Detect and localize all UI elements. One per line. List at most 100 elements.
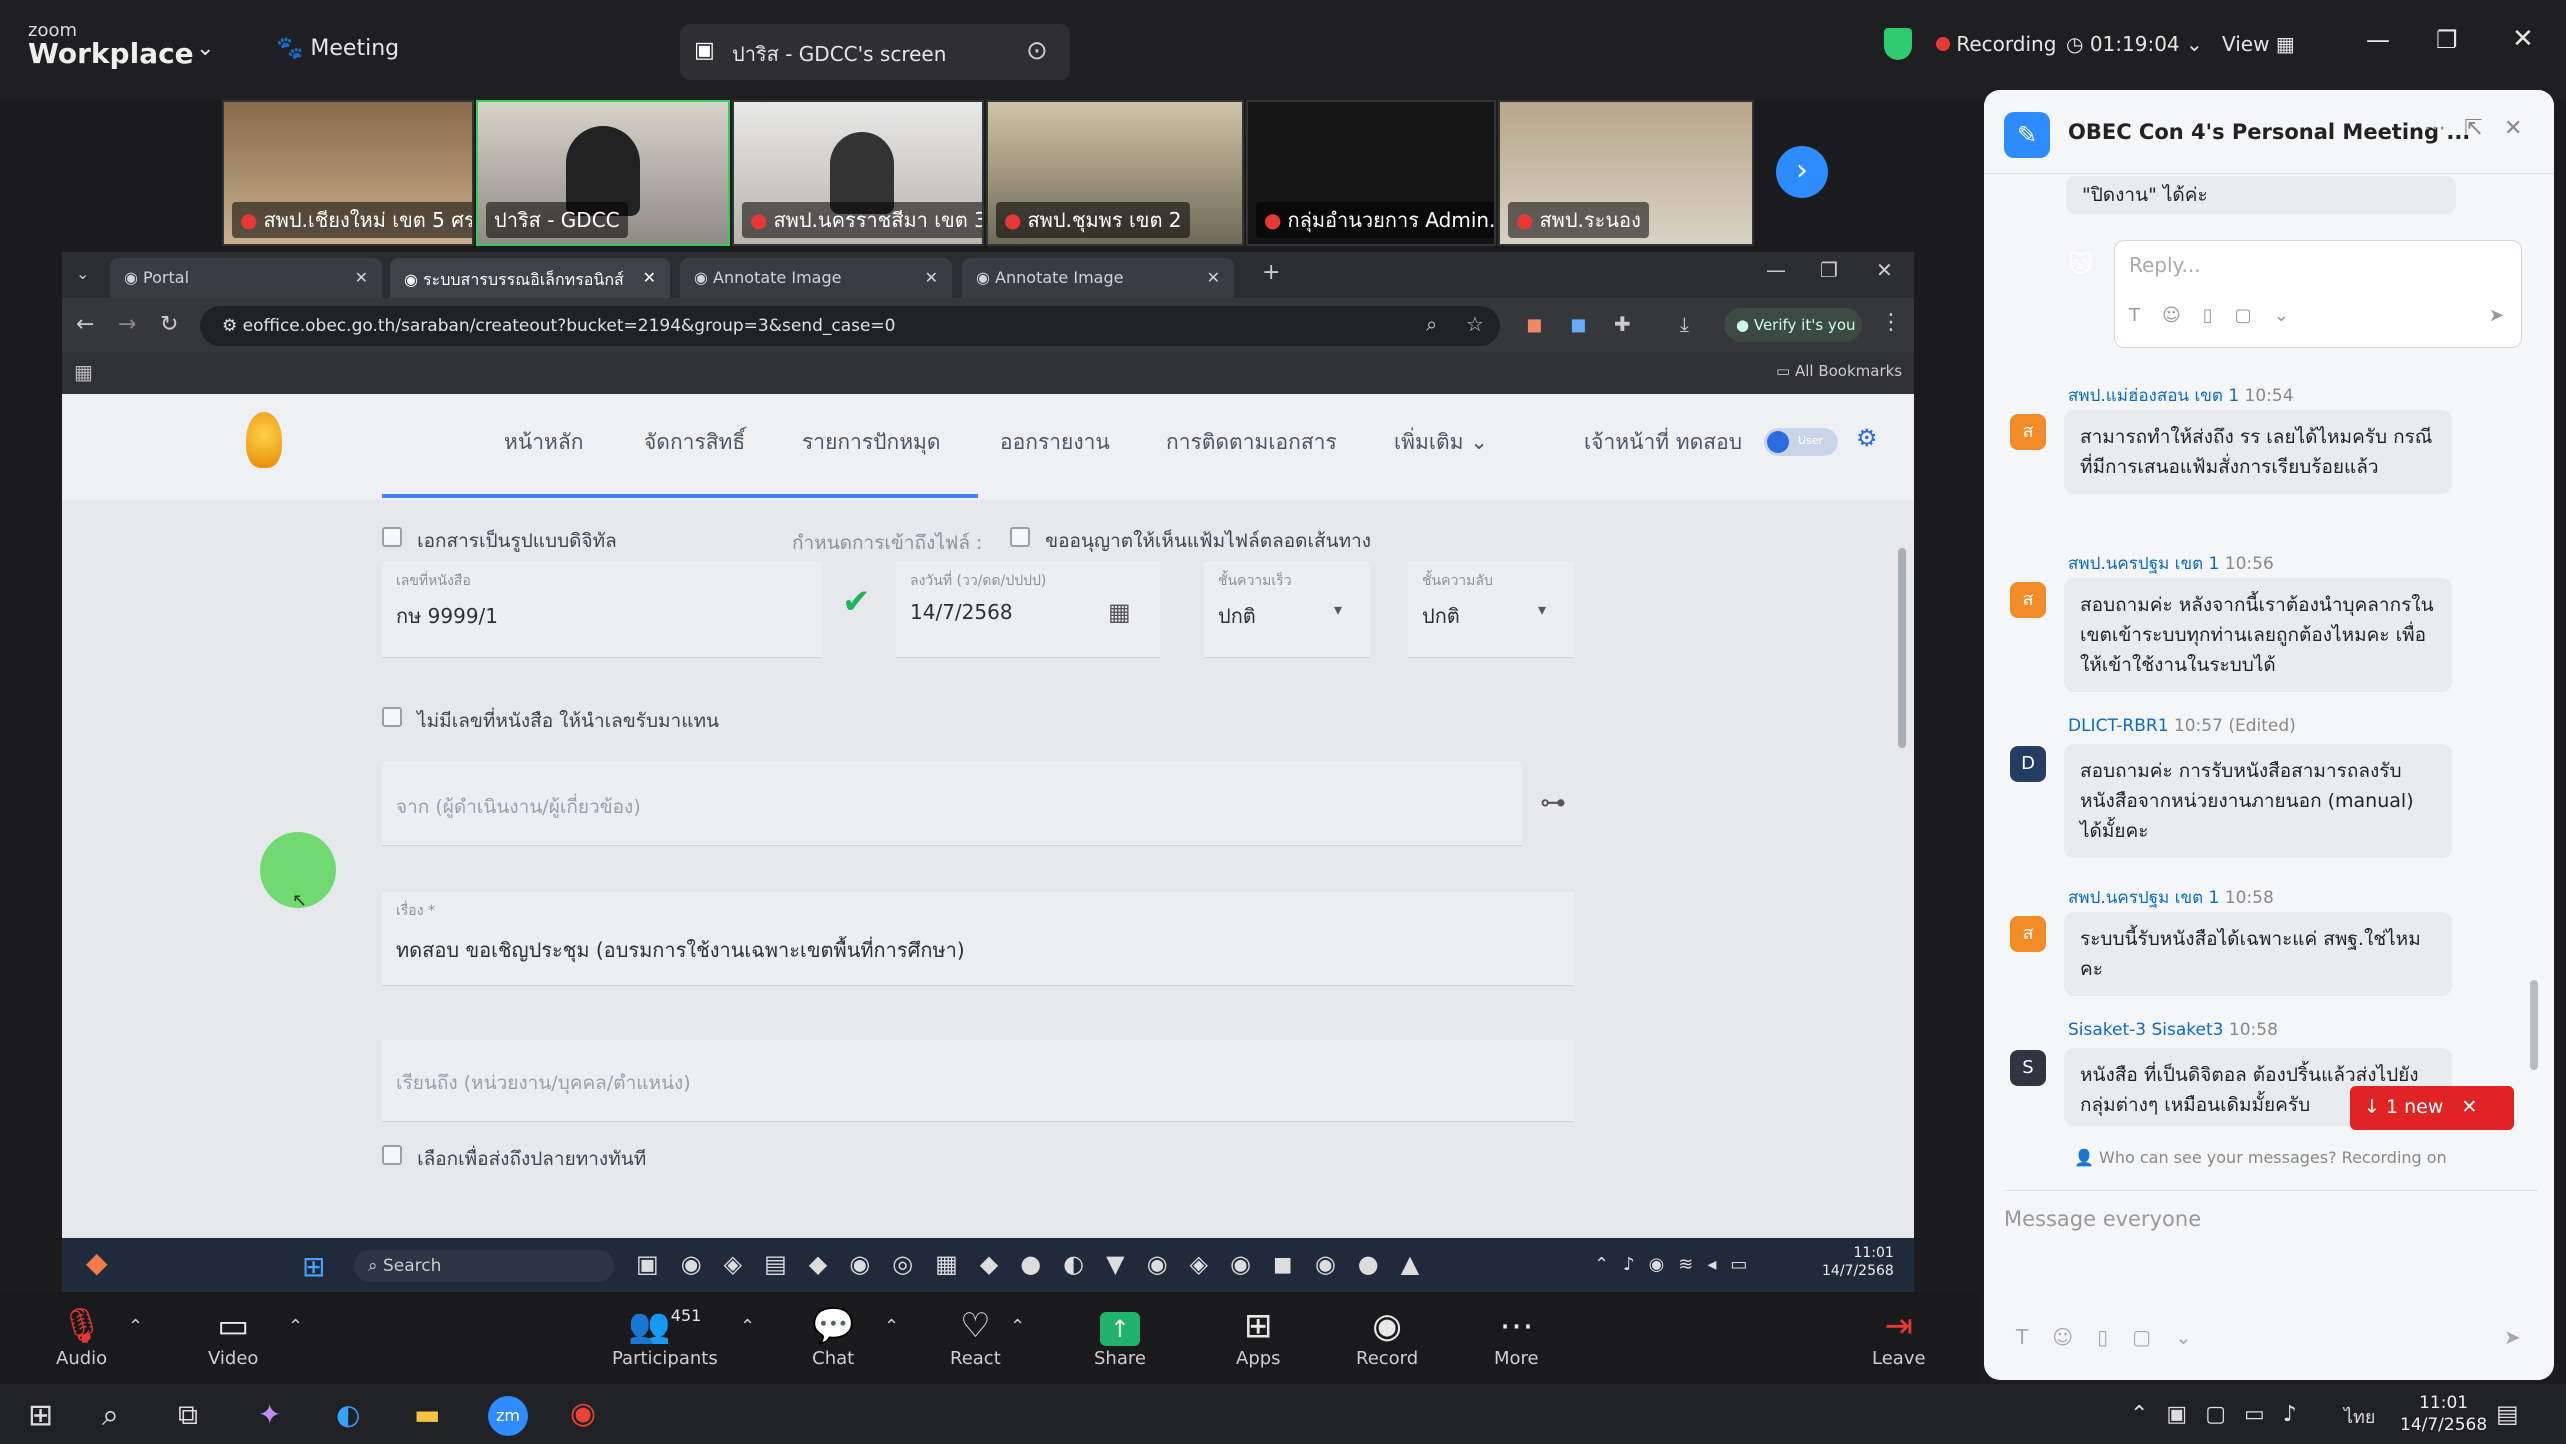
org-tree-icon[interactable]: ⊶ [1540, 788, 1566, 818]
browser-close-icon[interactable]: ✕ [1876, 258, 1893, 282]
screen-share-indicator[interactable]: ▣ ปาริส - GDCC's screen ⊙ [680, 24, 1070, 80]
apps-grid-icon[interactable]: ▦ [74, 360, 93, 384]
new-tab-plus-icon[interactable]: + [1262, 260, 1280, 285]
to-field[interactable]: เรียนถึง (หน่วยงาน/บุคคล/ตำแหน่ง) [382, 1040, 1574, 1122]
speed-select[interactable]: ชั้นความเร็ว ปกติ ▾ [1204, 562, 1370, 658]
nav-more[interactable]: เพิ่มเติม ⌄ [1394, 426, 1488, 459]
nav-tracking[interactable]: การติดตามเอกสาร [1166, 426, 1337, 459]
composer-send-icon[interactable]: ➤ [2504, 1325, 2521, 1349]
meeting-timer[interactable]: ◷ 01:19:04 ⌄ [2066, 32, 2203, 56]
participants-options-caret-icon[interactable]: ⌃ [740, 1316, 755, 1337]
extension-icon[interactable]: ◼ [1526, 312, 1543, 336]
verify-profile-button[interactable]: ● Verify it's you [1724, 308, 1862, 342]
remote-taskbar-app-icons[interactable]: ▣◉◈▤◆◉◎▦◆●◐▼◉◈◉◼◉●▲ [636, 1250, 1441, 1278]
nav-reports[interactable]: ออกรายงาน [1000, 426, 1110, 459]
digital-doc-checkbox[interactable] [382, 527, 402, 547]
notification-icon[interactable]: ▤ [2496, 1400, 2519, 1428]
windows-system-tray-icons[interactable]: ⌃▣▢▭♪ [2130, 1402, 2315, 1427]
chat-scrollbar[interactable] [2530, 980, 2538, 1070]
leave-button[interactable]: ⇥ Leave [1872, 1306, 1926, 1369]
doc-number-field[interactable]: เลขที่หนังสือ กษ 9999/1 [382, 562, 822, 658]
react-options-caret-icon[interactable]: ⌃ [1010, 1316, 1025, 1337]
extensions-puzzle-icon[interactable]: ✚ [1614, 312, 1631, 336]
chat-more-icon[interactable]: ⋯ [2424, 116, 2446, 141]
tab-close-icon[interactable]: ✕ [643, 268, 656, 287]
edge-browser-icon[interactable]: ◐ [336, 1398, 360, 1431]
nav-home[interactable]: หน้าหลัก [504, 426, 583, 459]
brand-dropdown-chevron-icon[interactable]: ⌄ [196, 36, 214, 61]
no-number-checkbox-row[interactable]: ไม่มีเลขที่หนังสือ ให้นำเลขรับมาแทน [382, 706, 719, 736]
browser-minimize-icon[interactable]: — [1766, 258, 1786, 282]
remote-start-windows-icon[interactable]: ⊞ [302, 1250, 325, 1283]
zoom-app-icon[interactable]: zm [488, 1396, 528, 1436]
message-composer[interactable]: Message everyone T☺▯▢⌄ ➤ [2004, 1190, 2538, 1370]
no-number-checkbox[interactable] [382, 707, 402, 727]
participant-thumbnail[interactable]: ● สพป.ระนอง [1498, 100, 1754, 246]
calendar-icon[interactable]: ▦ [1108, 598, 1131, 626]
browser-restore-icon[interactable]: ❐ [1820, 258, 1838, 282]
tab-portal[interactable]: ◉ Portal ✕ [110, 258, 382, 298]
browser-menu-icon[interactable]: ⋮ [1880, 310, 1902, 335]
reply-box[interactable]: Reply... T☺▯▢⌄ ➤ [2114, 240, 2522, 348]
participant-thumbnail-active[interactable]: ปาริส - GDCC [476, 100, 730, 246]
extension-icon[interactable]: ◼ [1570, 312, 1587, 336]
record-button[interactable]: ◉ Record [1356, 1306, 1418, 1369]
tab-close-icon[interactable]: ✕ [1207, 268, 1220, 287]
chat-edit-icon[interactable]: ✎ [2004, 112, 2050, 158]
meeting-menu[interactable]: 🐾 Meeting [276, 36, 399, 61]
nav-permissions[interactable]: จัดการสิทธิ์ [644, 426, 745, 459]
copilot-icon[interactable]: ✦ [258, 1398, 281, 1431]
back-arrow-icon[interactable]: ← [76, 312, 94, 337]
video-button[interactable]: ▭ Video [208, 1306, 258, 1369]
tab-annotate-image-1[interactable]: ◉ Annotate Image ✕ [680, 258, 952, 298]
windows-search-icon[interactable]: ⌕ [102, 1398, 119, 1433]
tab-close-icon[interactable]: ✕ [925, 268, 938, 287]
reload-icon[interactable]: ↻ [160, 312, 178, 337]
windows-clock[interactable]: 11:01 14/7/2568 [2400, 1392, 2487, 1436]
reply-send-icon[interactable]: ➤ [2489, 305, 2504, 326]
chat-button[interactable]: 💬 Chat [812, 1306, 854, 1369]
audio-options-caret-icon[interactable]: ⌃ [128, 1316, 143, 1337]
badge-close-icon[interactable]: ✕ [2461, 1096, 2477, 1118]
video-options-caret-icon[interactable]: ⌃ [288, 1316, 303, 1337]
obec-logo-icon[interactable] [246, 412, 282, 468]
share-options-icon[interactable]: ⊙ [1026, 36, 1048, 66]
share-button[interactable]: ↑ Share [1094, 1306, 1146, 1369]
participant-thumbnail[interactable]: ● สพป.ชุมพร เขต 2 [986, 100, 1244, 246]
audio-button[interactable]: 🎙 Audio [56, 1306, 107, 1369]
nav-pinned[interactable]: รายการปักหมุด [802, 426, 941, 459]
forward-arrow-icon[interactable]: → [118, 312, 136, 337]
participants-button[interactable]: 👥451 Participants [612, 1306, 718, 1369]
chat-popout-icon[interactable]: ⇱ [2464, 116, 2482, 141]
digital-doc-checkbox-row[interactable]: เอกสารเป็นรูปแบบดิจิทัล [382, 526, 617, 556]
settings-gear-icon[interactable]: ⚙ [1856, 424, 1878, 452]
chat-options-caret-icon[interactable]: ⌃ [884, 1316, 899, 1337]
remote-weather-icon[interactable]: ◆ [86, 1246, 108, 1279]
privacy-note[interactable]: 👤 Who can see your messages? Recording o… [2074, 1148, 2447, 1167]
tab-annotate-image-2[interactable]: ◉ Annotate Image ✕ [962, 258, 1234, 298]
participant-thumbnail[interactable]: ● สพป.เชียงใหม่ เขต 5 ศร. [222, 100, 474, 246]
subject-field[interactable]: เรื่อง * ทดสอบ ขอเชิญประชุม (อบรมการใช้ง… [382, 892, 1574, 986]
more-button[interactable]: ⋯ More [1494, 1306, 1539, 1369]
minimize-window-icon[interactable]: — [2366, 26, 2390, 54]
reply-format-tools-icons[interactable]: T☺▯▢⌄ [2129, 305, 2311, 326]
security-shield-icon[interactable] [1884, 28, 1912, 60]
zoom-magnifier-icon[interactable]: ⌕ [1426, 312, 1437, 336]
remote-search-box[interactable]: ⌕ Search [354, 1250, 614, 1282]
apps-button[interactable]: ⊞ Apps [1236, 1306, 1281, 1369]
windows-start-icon[interactable]: ⊞ [28, 1398, 53, 1433]
composer-format-tools-icons[interactable]: T☺▯▢⌄ [2016, 1325, 2216, 1349]
remote-system-tray-icons[interactable]: ⌃♪◉≋◂▭ [1594, 1254, 1761, 1275]
tab-search-chevron-icon[interactable]: ⌄ [76, 264, 89, 283]
send-direct-checkbox-row[interactable]: เลือกเพื่อส่งถึงปลายทางทันที [382, 1144, 646, 1174]
bookmark-star-icon[interactable]: ☆ [1466, 312, 1484, 336]
chrome-icon[interactable]: ◉ [570, 1396, 596, 1431]
all-bookmarks-button[interactable]: ▭ All Bookmarks [1776, 362, 1902, 380]
allow-view-checkbox-row[interactable]: ขออนุญาตให้เห็นแฟ้มไฟล์ตลอดเส้นทาง [1010, 526, 1371, 556]
allow-view-checkbox[interactable] [1010, 527, 1030, 547]
from-field[interactable]: จาก (ผู้ดำเนินงาน/ผู้เกี่ยวข้อง) [382, 762, 1522, 846]
input-language-icon[interactable]: ไทย [2344, 1402, 2375, 1431]
tab-close-icon[interactable]: ✕ [355, 268, 368, 287]
address-bar[interactable]: ⚙ eoffice.obec.go.th/saraban/createout?b… [200, 306, 1500, 346]
task-view-icon[interactable]: ⧉ [178, 1398, 198, 1432]
